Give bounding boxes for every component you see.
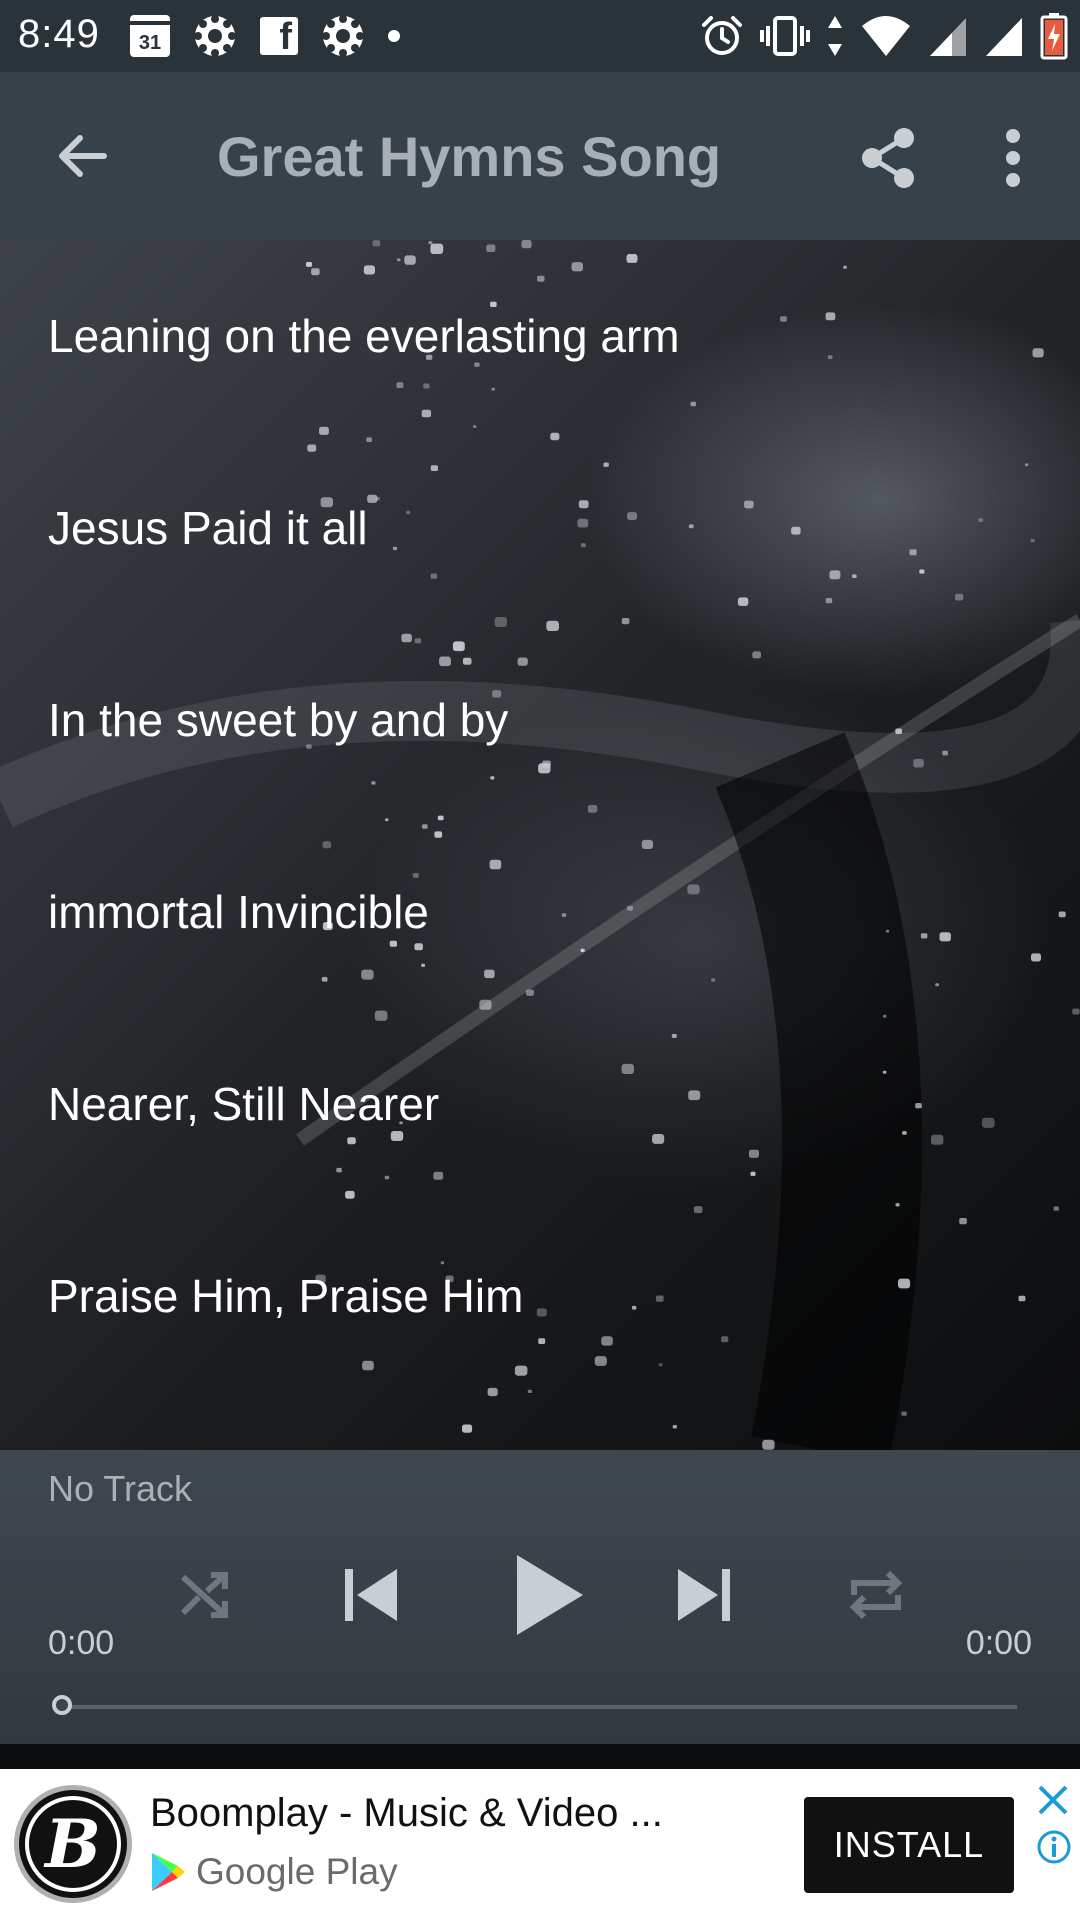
total-time: 0:00 — [965, 1624, 1032, 1662]
shuffle-icon — [180, 1572, 228, 1618]
play-button[interactable] — [500, 1540, 600, 1650]
play-icon — [517, 1555, 583, 1635]
song-item[interactable]: In the sweet by and by — [0, 624, 1080, 816]
boomplay-logo-icon: B — [25, 1796, 121, 1892]
track-name: No Track — [48, 1468, 193, 1509]
song-title: Jesus Paid it all — [48, 502, 368, 554]
back-button[interactable] — [44, 118, 120, 194]
status-system-icons — [700, 10, 1068, 62]
music-player: No Track 0:00 0:00 — [0, 1450, 1080, 1744]
status-bar: 8:49 31 f — [0, 0, 1080, 72]
ad-banner[interactable]: B Boomplay - Music & Video ... Google Pl… — [0, 1769, 1080, 1920]
song-item[interactable]: immortal Invincible — [0, 816, 1080, 1008]
song-item[interactable]: Leaning on the everlasting arm — [0, 240, 1080, 432]
ad-title[interactable]: Boomplay - Music & Video ... — [150, 1791, 663, 1836]
song-title: Leaning on the everlasting arm — [48, 310, 680, 362]
repeat-icon — [849, 1570, 903, 1620]
alarm-icon — [702, 16, 742, 55]
vibrate-icon — [760, 16, 810, 56]
ad-store-label: Google Play — [196, 1851, 398, 1892]
raindrop — [901, 1411, 907, 1416]
battery-charging-icon — [1040, 13, 1068, 60]
data-arrows-icon — [828, 16, 842, 56]
status-notification-icons: 31 f — [130, 12, 400, 60]
song-title: Praise Him, Praise Him — [48, 1270, 524, 1322]
status-time: 8:49 — [18, 12, 100, 56]
raindrop — [672, 1425, 677, 1429]
raindrop — [462, 1424, 473, 1433]
song-item[interactable]: Nearer, Still Nearer — [0, 1008, 1080, 1200]
info-icon[interactable] — [1036, 1829, 1072, 1865]
close-icon[interactable] — [1036, 1783, 1070, 1817]
app-bar: Great Hymns Song — [0, 72, 1080, 240]
install-button[interactable]: INSTALL — [804, 1797, 1014, 1893]
ad-app-logo[interactable]: B — [14, 1785, 132, 1903]
repeat-button[interactable] — [840, 1560, 912, 1630]
more-options-button[interactable] — [985, 118, 1041, 198]
google-play-icon — [152, 1853, 185, 1891]
signal-icon — [930, 18, 966, 56]
screen: 8:49 31 f Great Hymns Song Leaning on th… — [0, 0, 1080, 1920]
share-icon — [862, 128, 914, 188]
share-button[interactable] — [848, 118, 928, 198]
more-vert-icon — [1006, 129, 1020, 187]
calendar-icon: 31 — [130, 15, 170, 57]
skip-next-icon — [678, 1569, 730, 1621]
facebook-icon: f — [260, 17, 298, 55]
settings-gear-icon — [322, 15, 364, 57]
current-time: 0:00 — [48, 1624, 115, 1662]
raindrop — [762, 1439, 775, 1450]
song-item[interactable]: Jesus Paid it all — [0, 432, 1080, 624]
shuffle-button[interactable] — [170, 1560, 240, 1630]
calendar-day: 31 — [138, 32, 162, 54]
seek-bar[interactable] — [62, 1705, 1017, 1709]
previous-track-button[interactable] — [335, 1555, 407, 1635]
skip-previous-icon — [345, 1569, 397, 1621]
next-track-button[interactable] — [668, 1555, 740, 1635]
seek-bar-thumb[interactable] — [52, 1695, 72, 1715]
song-title: immortal Invincible — [48, 886, 429, 938]
song-title: In the sweet by and by — [48, 694, 509, 746]
dot-icon — [388, 30, 400, 42]
page-title: Great Hymns Song — [217, 125, 722, 188]
divider — [0, 1744, 1080, 1769]
player-controls — [0, 1540, 1080, 1660]
wifi-icon — [862, 16, 910, 56]
ad-store: Google Play — [150, 1847, 398, 1897]
signal-icon — [986, 18, 1022, 56]
song-item[interactable]: Praise Him, Praise Him — [0, 1200, 1080, 1392]
song-title: Nearer, Still Nearer — [48, 1078, 440, 1130]
song-list: Leaning on the everlasting arm Jesus Pai… — [0, 240, 1080, 1392]
settings-gear-icon — [194, 15, 236, 57]
arrow-back-icon — [59, 135, 107, 177]
song-list-area: Leaning on the everlasting arm Jesus Pai… — [0, 240, 1080, 1450]
